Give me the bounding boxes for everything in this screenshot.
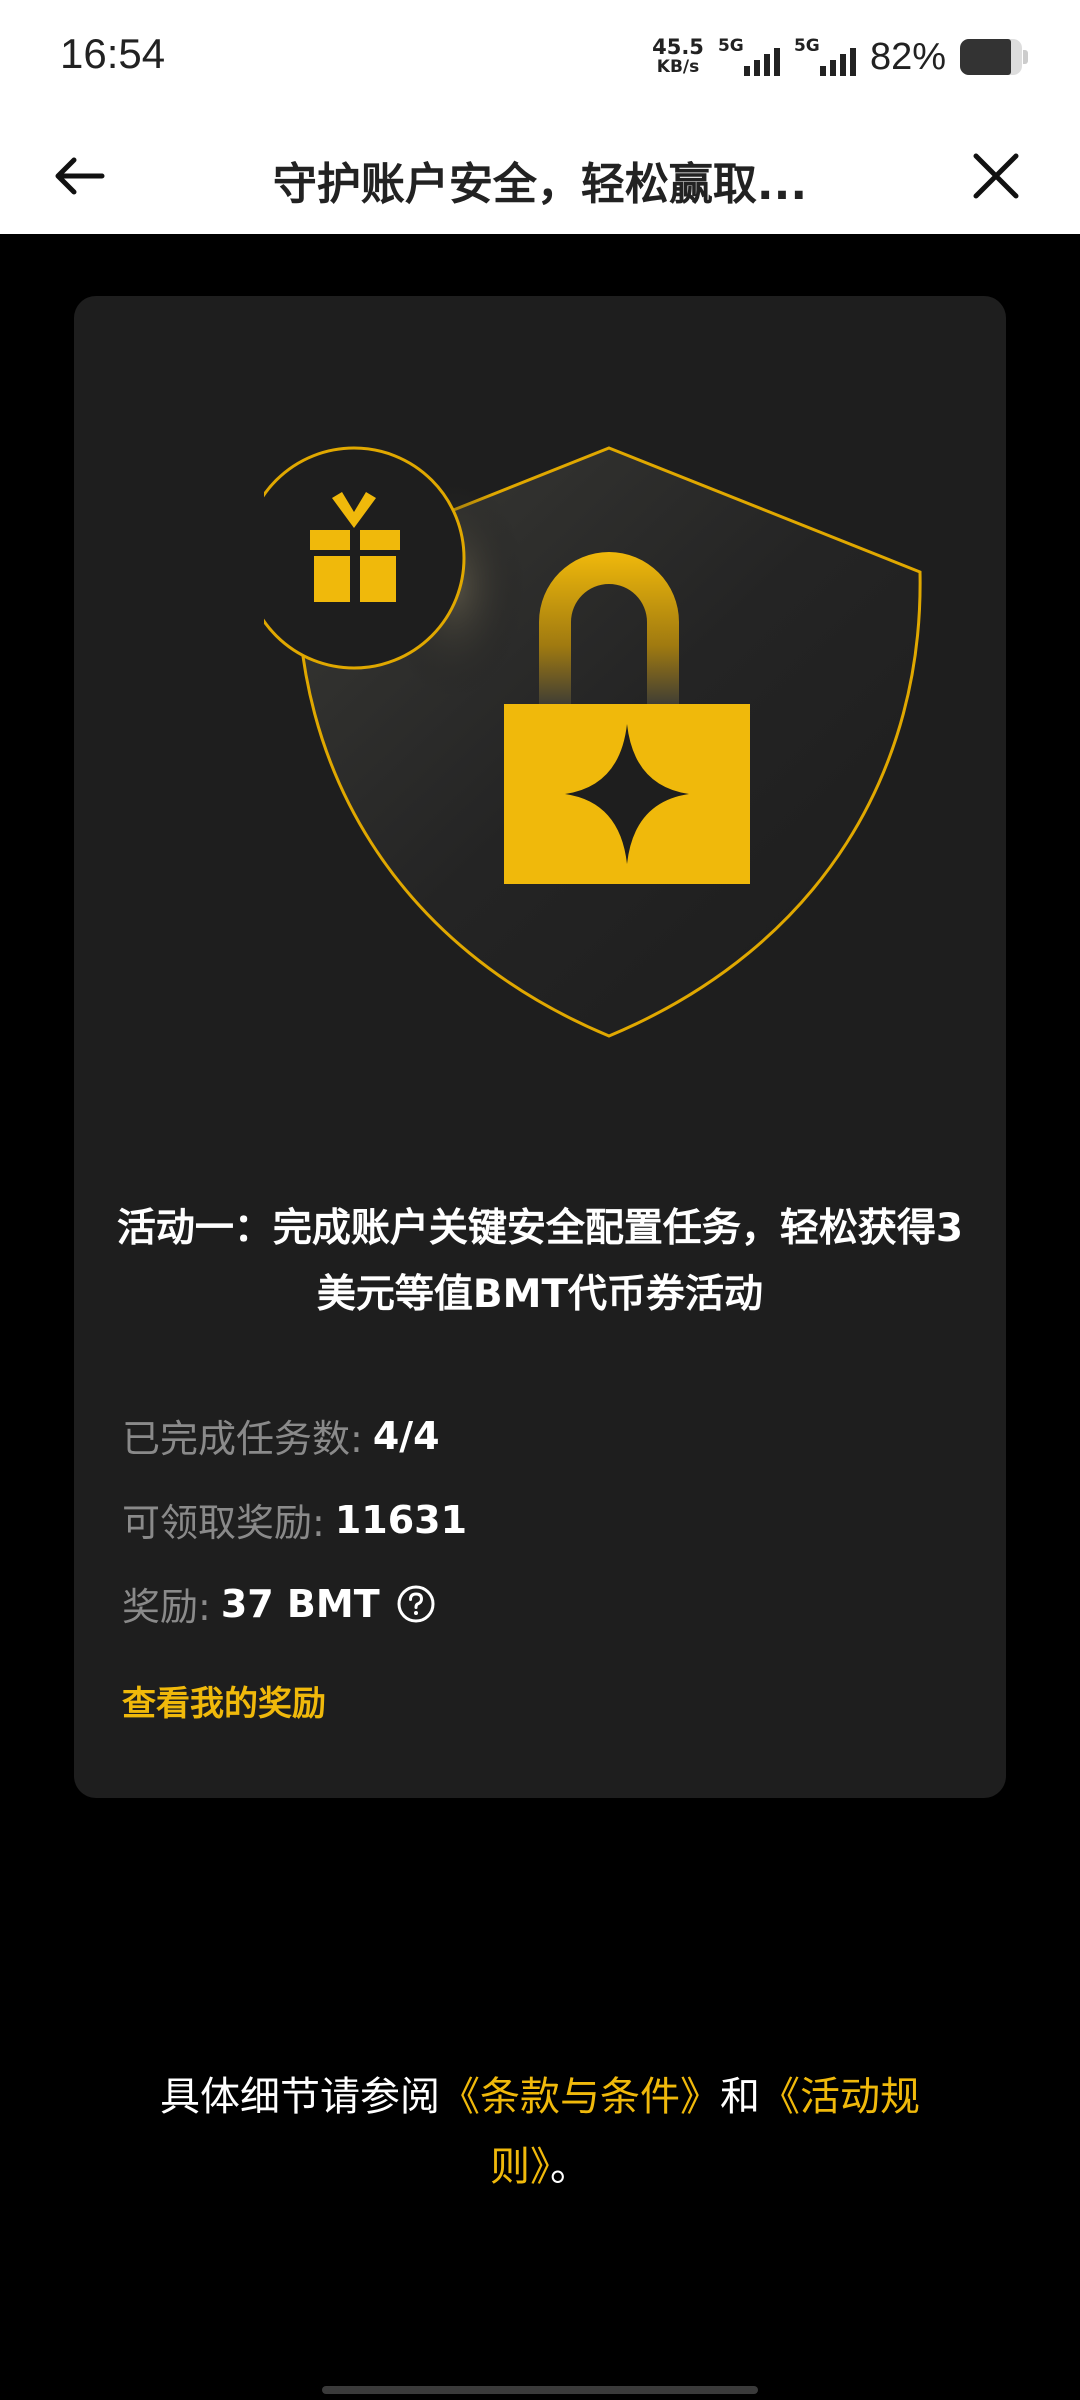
- back-button[interactable]: [50, 146, 110, 206]
- home-indicator[interactable]: [322, 2386, 758, 2394]
- reward-row: 奖励: 37 BMT: [122, 1576, 436, 1631]
- signal-icon-sim2: 5G: [794, 36, 856, 78]
- sim2-network-label: 5G: [793, 36, 820, 56]
- reward-value: 37 BMT: [220, 1581, 380, 1626]
- battery-icon: [960, 39, 1028, 75]
- nav-bar: 守护账户安全，轻松赢取...: [0, 118, 1080, 234]
- claimable-reward-label: 可领取奖励:: [122, 1501, 325, 1545]
- claimable-reward-value: 11631: [334, 1497, 468, 1542]
- signal-icon-sim1: 5G: [718, 36, 780, 78]
- network-speed-value: 45.5: [652, 35, 704, 59]
- status-time: 16:54: [60, 30, 166, 77]
- sim1-network-label: 5G: [717, 36, 744, 56]
- question-circle-icon[interactable]: [396, 1584, 436, 1624]
- claimable-reward-row: 可领取奖励: 11631: [122, 1492, 467, 1547]
- arrow-left-icon: [55, 157, 105, 195]
- network-speed-unit: KB/s: [656, 57, 700, 77]
- close-button[interactable]: [968, 148, 1024, 204]
- terms-prefix: 具体细节请参阅: [160, 2074, 440, 2120]
- terms-and-conditions-link[interactable]: 《条款与条件》: [440, 2074, 720, 2120]
- view-my-rewards-link[interactable]: 查看我的奖励: [122, 1676, 326, 1725]
- activity-card: 活动一：完成账户关键安全配置任务，轻松获得3美元等值BMT代币券活动 已完成任务…: [74, 296, 1006, 1798]
- tasks-completed-row: 已完成任务数: 4/4: [122, 1408, 440, 1463]
- status-bar: 16:54 45.5 KB/s 5G 5G 82%: [0, 0, 1080, 118]
- terms-suffix: 。: [550, 2144, 590, 2190]
- close-icon: [973, 153, 1019, 199]
- tasks-completed-label: 已完成任务数:: [122, 1417, 363, 1461]
- shield-lock-gift-illustration: [264, 446, 922, 1038]
- network-speed: 45.5 KB/s: [652, 35, 704, 78]
- terms-notice: 具体细节请参阅《条款与条件》和《活动规则》。: [120, 2062, 960, 2202]
- reward-label: 奖励:: [122, 1585, 211, 1629]
- page-title: 守护账户安全，轻松赢取...: [272, 159, 808, 210]
- status-icons: 45.5 KB/s 5G 5G 82%: [652, 32, 1028, 82]
- terms-conjunction: 和: [720, 2074, 760, 2120]
- tasks-completed-value: 4/4: [372, 1413, 440, 1458]
- activity-title: 活动一：完成账户关键安全配置任务，轻松获得3美元等值BMT代币券活动: [116, 1206, 964, 1317]
- battery-percent: 82%: [869, 35, 946, 78]
